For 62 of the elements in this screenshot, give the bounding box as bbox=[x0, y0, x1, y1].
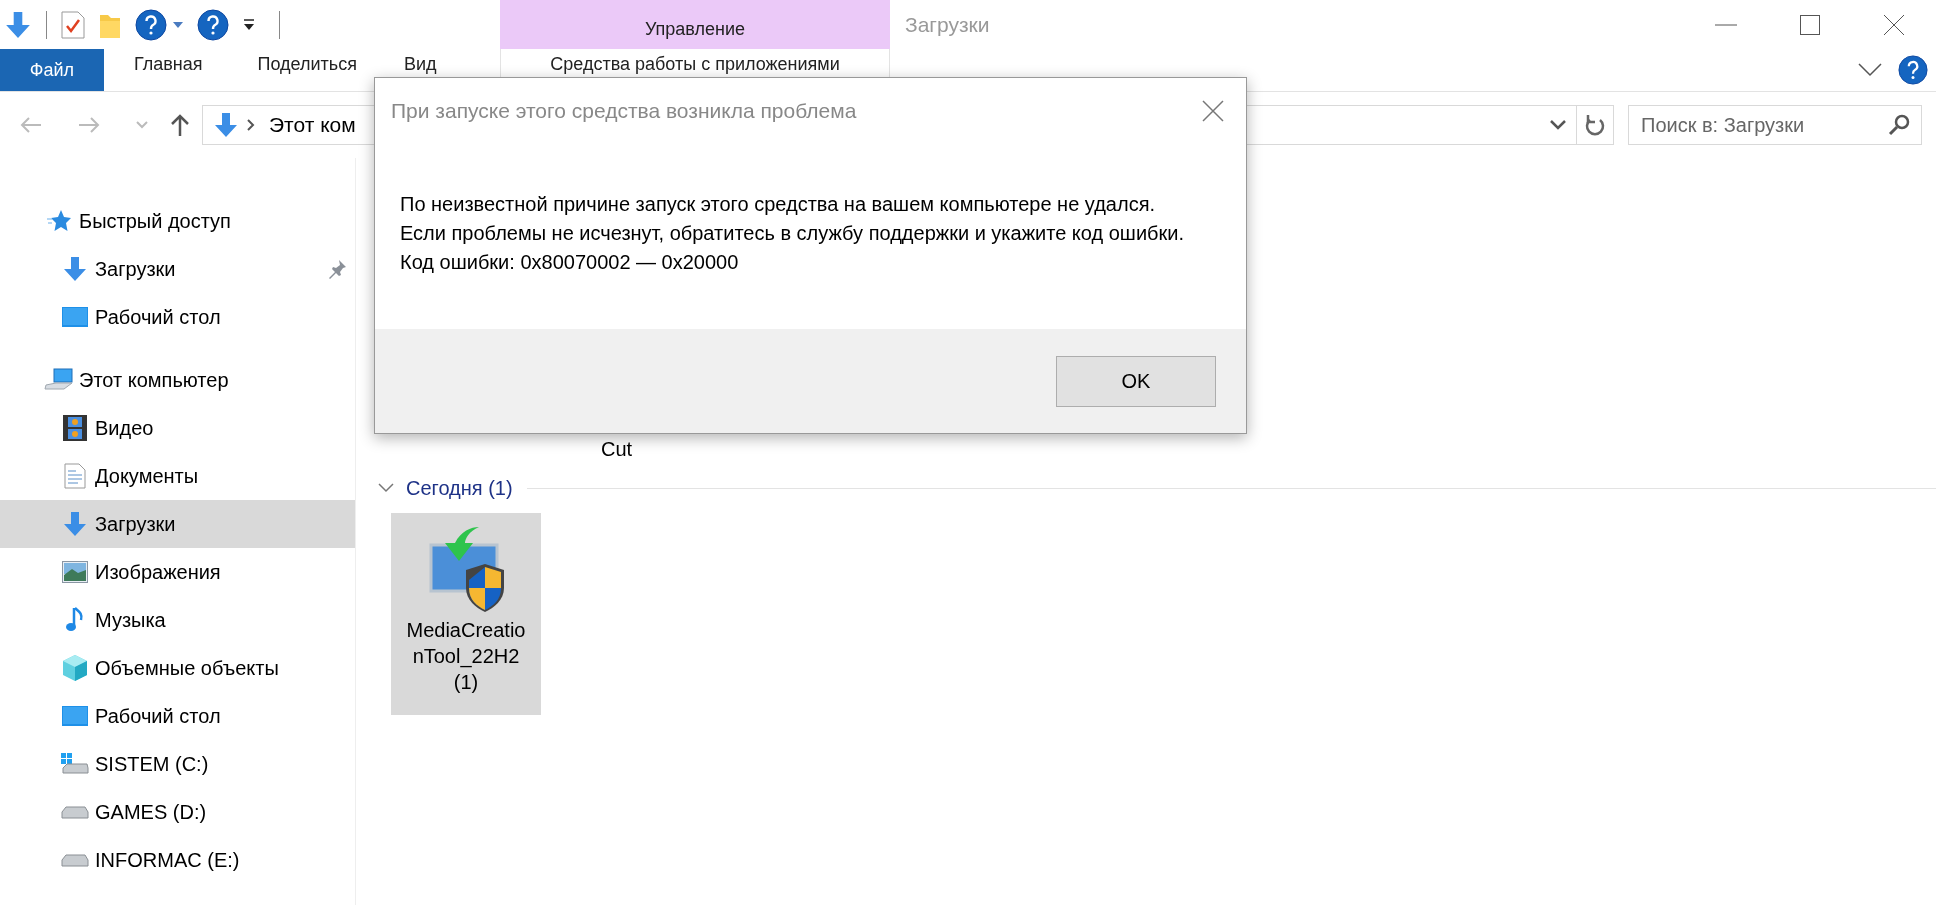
dropdown-icon[interactable] bbox=[243, 18, 255, 31]
close-icon[interactable] bbox=[1202, 100, 1224, 122]
desktop-icon bbox=[62, 705, 88, 727]
chevron-right-icon bbox=[247, 119, 255, 131]
sidebar-item[interactable]: Документы bbox=[0, 452, 355, 500]
download-icon bbox=[62, 511, 88, 537]
file-item[interactable]: MediaCreationTool_22H2 (1) bbox=[391, 513, 541, 715]
pin-icon[interactable] bbox=[327, 259, 347, 279]
sidebar-item[interactable]: Видео bbox=[0, 404, 355, 452]
sidebar-item[interactable]: Изображения bbox=[0, 548, 355, 596]
cube-icon bbox=[62, 654, 88, 682]
file-label: Cut bbox=[601, 437, 633, 462]
sidebar-item[interactable]: Объемные объекты bbox=[0, 644, 355, 692]
window-title: Загрузки bbox=[905, 11, 990, 38]
ribbon-tab[interactable]: Вид bbox=[403, 55, 437, 73]
ribbon-tab[interactable]: Поделиться bbox=[257, 55, 357, 73]
landscape-icon bbox=[62, 561, 88, 583]
sidebar-item[interactable]: SISTEM (C:) bbox=[0, 740, 355, 788]
sidebar-item[interactable]: Рабочий стол bbox=[0, 293, 355, 341]
chevron-down-icon[interactable] bbox=[1550, 120, 1566, 130]
drive-icon bbox=[61, 805, 89, 819]
ok-button[interactable]: OK bbox=[1056, 355, 1216, 407]
download-icon bbox=[213, 112, 239, 138]
sidebar-item[interactable]: Этот компьютер bbox=[0, 356, 355, 404]
ribbon-tab[interactable]: Главная bbox=[134, 55, 203, 73]
minimize-icon bbox=[1715, 23, 1737, 26]
sidebar-item[interactable]: GAMES (D:) bbox=[0, 788, 355, 836]
close-icon bbox=[1884, 14, 1904, 35]
search-field[interactable]: Поиск в: Загрузки bbox=[1628, 105, 1922, 145]
search-icon[interactable] bbox=[1888, 114, 1910, 136]
document-icon bbox=[64, 463, 86, 489]
film-icon bbox=[63, 415, 87, 441]
download-icon bbox=[4, 10, 32, 39]
dialog-title: При запуске этого средства возникла проблема bbox=[391, 98, 857, 125]
group-header[interactable]: Сегодня (1) bbox=[406, 473, 513, 503]
sidebar-item[interactable]: INFORMAC (E:) bbox=[0, 836, 355, 884]
desktop-icon bbox=[62, 306, 88, 328]
download-icon bbox=[62, 256, 88, 282]
sidebar-item[interactable]: Быстрый доступ bbox=[0, 197, 355, 245]
file-tab[interactable]: Файл bbox=[0, 49, 104, 91]
help-icon[interactable] bbox=[197, 8, 229, 41]
help-icon[interactable] bbox=[135, 8, 167, 41]
sidebar-item[interactable]: Музыка bbox=[0, 596, 355, 644]
chevron-down-icon[interactable] bbox=[378, 483, 394, 493]
file-name: MediaCreationTool_22H2 (1) bbox=[406, 618, 526, 695]
drive-icon bbox=[61, 853, 89, 867]
computer-icon bbox=[44, 367, 74, 393]
help-icon[interactable] bbox=[1898, 55, 1928, 85]
sidebar-item[interactable]: Загрузки bbox=[0, 500, 355, 548]
sidebar-item[interactable]: Рабочий стол bbox=[0, 692, 355, 740]
address-path[interactable]: Этот ком bbox=[269, 109, 356, 141]
sidebar-item[interactable]: Загрузки bbox=[0, 245, 355, 293]
chevron-down-icon[interactable] bbox=[1858, 63, 1882, 77]
music-note-icon bbox=[65, 606, 85, 634]
context-tab-group: Управление bbox=[500, 0, 890, 49]
up-arrow-icon[interactable] bbox=[170, 113, 190, 137]
maximize-icon bbox=[1800, 14, 1820, 35]
checklist-icon[interactable] bbox=[61, 10, 85, 39]
refresh-icon[interactable] bbox=[1585, 114, 1605, 136]
drive-icon bbox=[61, 753, 89, 775]
error-message: По неизвестной причине запуск этого средства на вашем компьютере не удался. Если проблемы не исчезнут, обратитесь в службу поддержки и укажите код ошибки. Код ошибки: 0x80070002 — 0x20000 bbox=[400, 192, 1185, 275]
caret-icon[interactable] bbox=[173, 21, 183, 28]
